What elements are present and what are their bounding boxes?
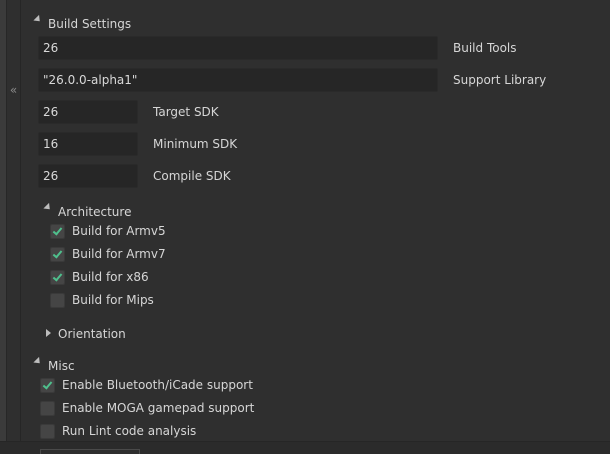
armv7-checkbox[interactable]: [50, 247, 65, 262]
settings-panel: Build Settings Build Tools Support Libra…: [21, 0, 610, 441]
architecture-expand-icon[interactable]: [43, 202, 53, 213]
collapse-sidebar-icon[interactable]: «: [8, 82, 19, 98]
check-icon: [52, 271, 63, 282]
misc-title[interactable]: Misc: [48, 358, 75, 374]
architecture-title[interactable]: Architecture: [58, 204, 131, 220]
moga-gamepad-label[interactable]: Enable MOGA gamepad support: [62, 400, 254, 416]
minimum-sdk-field[interactable]: [38, 132, 138, 156]
misc-expand-icon[interactable]: [33, 356, 43, 367]
target-sdk-label: Target SDK: [153, 105, 219, 119]
check-icon: [42, 379, 53, 390]
target-sdk-field[interactable]: [38, 100, 138, 124]
build-tools-label: Build Tools: [453, 41, 517, 55]
orientation-title[interactable]: Orientation: [58, 326, 126, 342]
mips-checkbox[interactable]: [50, 293, 65, 308]
mips-label[interactable]: Build for Mips: [72, 292, 154, 308]
armv5-label[interactable]: Build for Armv5: [72, 223, 166, 239]
support-library-label: Support Library: [453, 73, 547, 87]
build-settings-title[interactable]: Build Settings: [48, 16, 131, 32]
armv7-label[interactable]: Build for Armv7: [72, 246, 166, 262]
bluetooth-icade-checkbox[interactable]: [40, 378, 55, 393]
build-tools-field[interactable]: [38, 36, 438, 60]
support-library-field[interactable]: [38, 68, 438, 92]
moga-gamepad-checkbox[interactable]: [40, 401, 55, 416]
compile-sdk-field[interactable]: [38, 164, 138, 188]
bottom-button-edge[interactable]: [40, 449, 140, 454]
left-rail: [0, 0, 7, 441]
bluetooth-icade-label[interactable]: Enable Bluetooth/iCade support: [62, 377, 253, 393]
compile-sdk-label: Compile SDK: [153, 169, 231, 183]
x86-checkbox[interactable]: [50, 270, 65, 285]
minimum-sdk-label: Minimum SDK: [153, 137, 238, 151]
lint-analysis-checkbox[interactable]: [40, 424, 55, 439]
expand-down-icon[interactable]: [33, 14, 43, 25]
armv5-checkbox[interactable]: [50, 224, 65, 239]
check-icon: [52, 225, 63, 236]
x86-label[interactable]: Build for x86: [72, 269, 149, 285]
build-settings-window: « Build Settings Build Tools Support Lib…: [0, 0, 610, 454]
check-icon: [52, 248, 63, 259]
orientation-expand-icon[interactable]: [46, 329, 51, 337]
lint-analysis-label[interactable]: Run Lint code analysis: [62, 423, 196, 439]
